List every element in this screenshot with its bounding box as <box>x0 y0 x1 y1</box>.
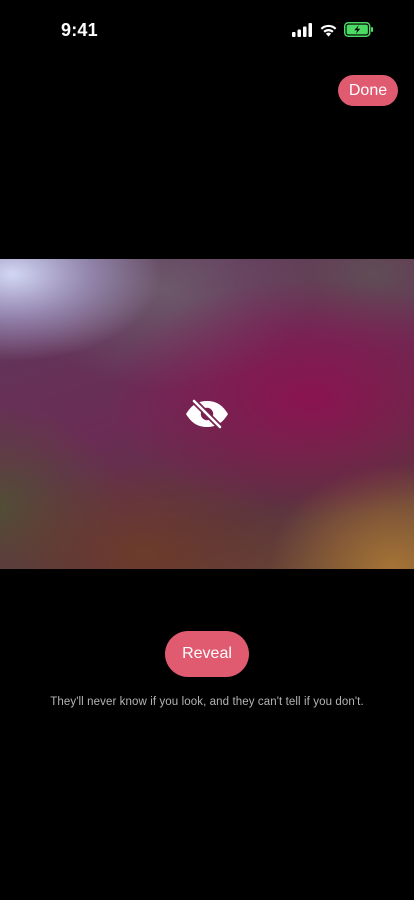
signal-icon <box>292 22 312 37</box>
reveal-button[interactable]: Reveal <box>165 631 249 677</box>
blurred-media[interactable] <box>0 259 414 569</box>
status-time: 9:41 <box>61 20 98 40</box>
battery-charging-icon <box>344 22 373 37</box>
status-icons <box>292 22 374 37</box>
wifi-icon <box>320 24 337 37</box>
status-bar: 9:41 <box>0 0 414 58</box>
done-button[interactable]: Done <box>338 75 398 106</box>
reveal-hint-text: They'll never know if you look, and they… <box>50 696 364 708</box>
eye-slash-icon <box>186 399 228 429</box>
